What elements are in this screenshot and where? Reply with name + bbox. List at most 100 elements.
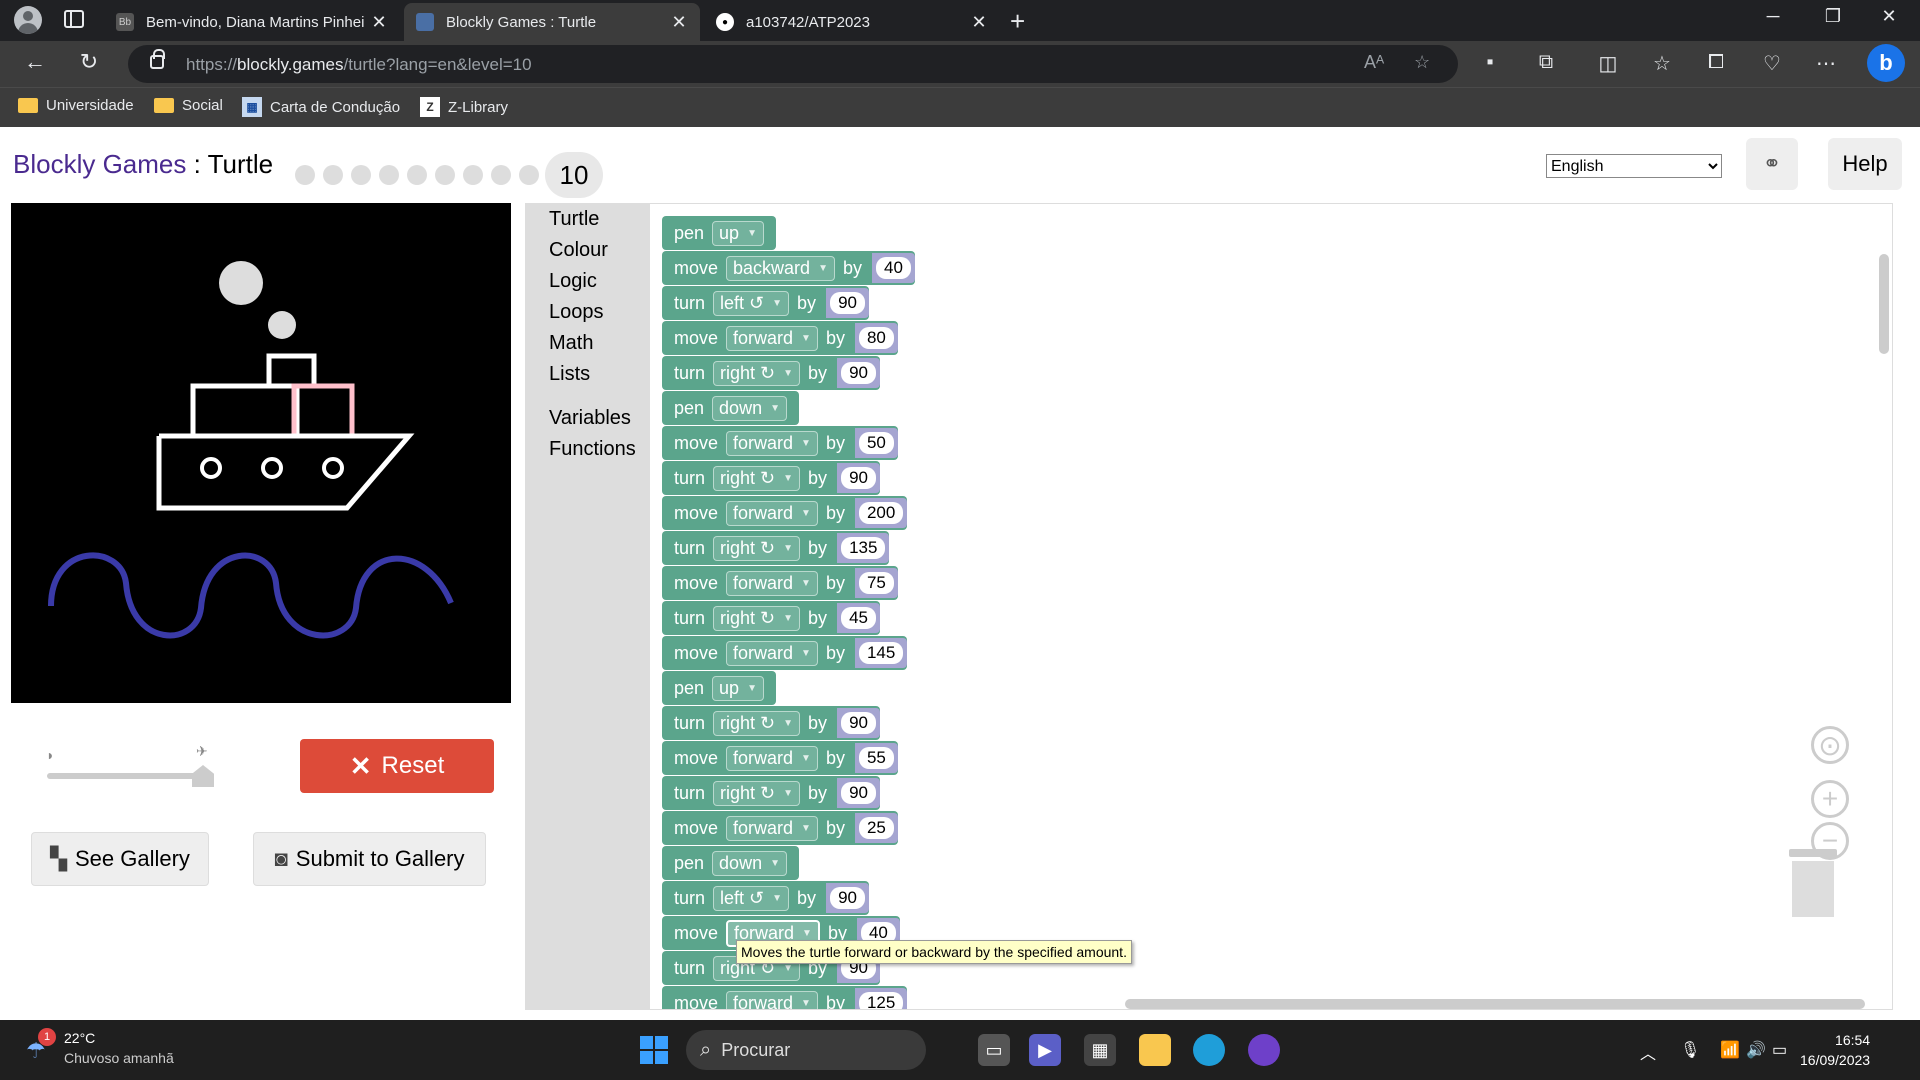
move-block[interactable]: move forward ▼ by 25 [662, 811, 898, 845]
battery-icon[interactable]: ▭ [1772, 1040, 1787, 1060]
category-logic[interactable]: Logic [549, 270, 597, 293]
block-dropdown[interactable]: left ↺ ▼ [713, 290, 790, 316]
block-dropdown[interactable]: forward ▼ [726, 815, 818, 841]
level-dot-4[interactable] [379, 165, 399, 185]
restore-icon[interactable]: ❐ [1810, 6, 1856, 27]
number-input[interactable]: 75 [858, 572, 894, 594]
pen-block[interactable]: pen down ▼ [662, 846, 799, 880]
brand-link[interactable]: Blockly Games [13, 149, 186, 179]
edge-icon[interactable] [1193, 1034, 1225, 1066]
bookmark-social[interactable]: Social [154, 97, 223, 114]
reset-button[interactable]: ✕ Reset [300, 739, 494, 793]
block-dropdown[interactable]: right ↻ ▼ [713, 465, 801, 491]
profile-avatar-icon[interactable] [14, 6, 42, 34]
number-input[interactable]: 90 [830, 887, 865, 909]
pen-block[interactable]: pen down ▼ [662, 391, 799, 425]
level-dot-5[interactable] [407, 165, 427, 185]
level-dot-7[interactable] [463, 165, 483, 185]
extension-icon[interactable]: ▪ [1476, 51, 1504, 74]
reload-icon[interactable]: ↻ [74, 49, 104, 75]
number-input[interactable]: 55 [858, 747, 894, 769]
turn-block[interactable]: turn right ↻ ▼ by 90 [662, 776, 880, 810]
read-aloud-icon[interactable]: Aᴬ [1364, 52, 1384, 73]
move-block[interactable]: move forward ▼ by 80 [662, 321, 898, 355]
block-dropdown[interactable]: forward ▼ [726, 990, 818, 1009]
turn-block[interactable]: turn right ↻ ▼ by 45 [662, 601, 880, 635]
pen-block[interactable]: pen up ▼ [662, 671, 776, 705]
number-input[interactable]: 135 [841, 537, 886, 559]
blockly-workspace[interactable]: pen up ▼ move backward ▼ by 40 turn left ↺ ▼ by 90 mo… [649, 203, 1893, 1010]
move-block[interactable]: move forward ▼ by 75 [662, 566, 898, 600]
taskbar-search[interactable]: ⌕ Procurar [686, 1030, 926, 1070]
bookmark-carta-conducao[interactable]: ▦ Carta de Condução [242, 97, 400, 117]
see-gallery-button[interactable]: ▚ See Gallery [31, 832, 209, 886]
number-input[interactable]: 145 [858, 642, 904, 664]
level-dot-1[interactable] [295, 165, 315, 185]
turn-block[interactable]: turn right ↻ ▼ by 90 [662, 706, 880, 740]
speed-slider[interactable]: ◗ ✈ [44, 743, 224, 793]
category-loops[interactable]: Loops [549, 301, 604, 324]
file-explorer-icon[interactable] [1139, 1034, 1171, 1066]
tab-blockly[interactable]: Blockly Games : Turtle ✕ [404, 3, 700, 41]
more-menu-icon[interactable]: ⋯ [1812, 51, 1840, 76]
turn-block[interactable]: turn right ↻ ▼ by 90 [662, 461, 880, 495]
number-input[interactable]: 90 [841, 782, 876, 804]
trash-icon[interactable] [1789, 849, 1837, 919]
collections-icon[interactable]: ⧠ [1702, 51, 1730, 74]
extensions-puzzle-icon[interactable]: ⧉ [1532, 51, 1560, 74]
number-input[interactable]: 90 [830, 292, 865, 314]
number-input[interactable]: 45 [841, 607, 876, 629]
tab-actions-icon[interactable] [64, 10, 84, 28]
level-dot-3[interactable] [351, 165, 371, 185]
wifi-icon[interactable]: 📶 [1720, 1040, 1740, 1060]
number-input[interactable]: 40 [875, 257, 911, 279]
back-icon[interactable]: ← [20, 49, 50, 75]
microphone-icon[interactable]: 🎙 [1680, 1040, 1700, 1060]
turn-block[interactable]: turn left ↺ ▼ by 90 [662, 286, 869, 320]
new-tab-icon[interactable]: + [1010, 6, 1025, 37]
number-input[interactable]: 80 [858, 327, 894, 349]
url-text[interactable]: https://blockly.games/turtle?lang=en&lev… [186, 55, 532, 75]
task-view-icon[interactable]: ▭ [978, 1034, 1010, 1066]
clock[interactable]: 16:54 16/09/2023 [1800, 1030, 1870, 1070]
pen-block[interactable]: pen up ▼ [662, 216, 776, 250]
help-button[interactable]: Help [1828, 138, 1902, 190]
move-block[interactable]: move forward ▼ by 50 [662, 426, 898, 460]
number-input[interactable]: 90 [841, 362, 876, 384]
split-screen-icon[interactable]: ◫ [1594, 51, 1622, 76]
block-dropdown[interactable]: forward ▼ [726, 500, 818, 526]
category-colour[interactable]: Colour [549, 239, 608, 262]
github-desktop-icon[interactable] [1248, 1034, 1280, 1066]
volume-icon[interactable]: 🔊 [1746, 1040, 1766, 1060]
category-turtle[interactable]: Turtle [549, 208, 599, 231]
block-dropdown[interactable]: forward ▼ [726, 745, 818, 771]
block-dropdown[interactable]: down ▼ [712, 850, 787, 876]
link-button[interactable]: ⚭ [1746, 138, 1798, 190]
close-tab-icon[interactable]: ✕ [970, 12, 988, 33]
category-variables[interactable]: Variables [549, 407, 631, 430]
number-input[interactable]: 200 [858, 502, 904, 524]
level-dot-2[interactable] [323, 165, 343, 185]
level-dot-6[interactable] [435, 165, 455, 185]
category-functions[interactable]: Functions [549, 438, 636, 461]
level-dot-8[interactable] [491, 165, 511, 185]
number-input[interactable]: 125 [858, 992, 904, 1009]
turn-block[interactable]: turn right ↻ ▼ by 90 [662, 356, 880, 390]
close-tab-icon[interactable]: ✕ [670, 12, 688, 33]
category-lists[interactable]: Lists [549, 363, 590, 386]
address-bar[interactable]: https://blockly.games/turtle?lang=en&lev… [128, 45, 1458, 83]
block-dropdown[interactable]: forward ▼ [726, 570, 818, 596]
block-dropdown[interactable]: forward ▼ [726, 325, 818, 351]
browser-essentials-icon[interactable]: ♡ [1758, 51, 1786, 76]
vertical-scrollbar[interactable] [1879, 254, 1889, 354]
close-window-icon[interactable]: ✕ [1866, 6, 1912, 27]
block-dropdown[interactable]: forward ▼ [726, 430, 818, 456]
move-block[interactable]: move forward ▼ by 145 [662, 636, 908, 670]
move-block[interactable]: move forward ▼ by 125 [662, 986, 908, 1009]
number-input[interactable]: 50 [858, 432, 894, 454]
block-dropdown[interactable]: forward ▼ [726, 640, 818, 666]
start-icon[interactable] [640, 1036, 668, 1064]
minimize-icon[interactable]: ─ [1750, 6, 1796, 27]
teams-icon[interactable]: ▶ [1029, 1034, 1061, 1066]
number-input[interactable]: 90 [841, 712, 876, 734]
